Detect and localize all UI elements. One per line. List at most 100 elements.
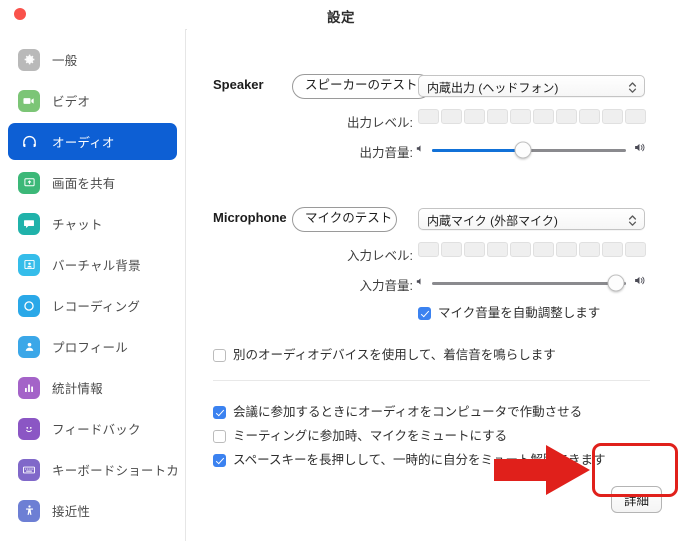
microphone-low-icon (415, 274, 426, 292)
option-join-audio-by-computer-checkbox[interactable] (213, 406, 226, 419)
option-separate-ringtone-device-row[interactable]: 別のオーディオデバイスを使用して、着信音を鳴らします (213, 348, 556, 362)
meter-segment (464, 109, 485, 124)
input-volume-track[interactable] (432, 274, 626, 292)
sidebar-item-label: レコーディング (52, 300, 141, 314)
meter-segment (510, 109, 531, 124)
screen-share-icon (18, 171, 40, 194)
record-circle-icon (18, 294, 40, 317)
option-push-to-talk-label: スペースキーを長押しして、一時的に自分をミュート解除できます (233, 453, 606, 467)
microphone-section-label: Microphone (213, 210, 287, 225)
microphone-section-label-wrap: Microphone (213, 210, 287, 225)
sidebar-item-label: ビデオ (52, 95, 91, 109)
settings-sidebar: 一般 ビデオ オーディオ 画面を共有 チャット バーチャル背景 レコーディング … (0, 29, 186, 541)
auto-adjust-mic-checkbox[interactable] (418, 307, 431, 320)
video-camera-icon (18, 89, 40, 112)
audio-settings-panel: Speaker スピーカーのテスト 内蔵出力 (ヘッドフォン) 出力レベル: 出… (187, 29, 682, 541)
meter-segment (602, 109, 623, 124)
sidebar-item-label: バーチャル背景 (52, 259, 141, 273)
person-icon (18, 335, 40, 358)
sidebar-item-label: チャット (52, 218, 103, 232)
window-title: 設定 (327, 10, 355, 25)
option-separate-ringtone-device-label: 別のオーディオデバイスを使用して、着信音を鳴らします (233, 348, 556, 362)
input-level-meter (418, 242, 646, 257)
option-join-audio-by-computer-row[interactable]: 会議に参加するときにオーディオをコンピュータで作動させる (213, 405, 582, 419)
meter-segment (418, 242, 439, 257)
input-volume-knob[interactable] (607, 274, 625, 292)
input-volume-label: 入力音量: (359, 279, 413, 293)
speaker-section-label: Speaker (213, 77, 264, 92)
meter-segment (441, 242, 462, 257)
section-divider (213, 380, 650, 381)
sidebar-item-virtual-background[interactable]: バーチャル背景 (8, 246, 177, 283)
option-mute-on-join-checkbox[interactable] (213, 430, 226, 443)
output-volume-label: 出力音量: (359, 146, 413, 160)
chat-bubble-icon (18, 212, 40, 235)
speaker-section-label-wrap: Speaker (213, 77, 264, 92)
speaker-low-icon (415, 141, 426, 159)
microphone-device-value: 内蔵マイク (外部マイク) (427, 214, 558, 228)
output-level-meter (418, 109, 646, 124)
meter-segment (556, 109, 577, 124)
sidebar-item-label: オーディオ (52, 136, 115, 150)
meter-segment (441, 109, 462, 124)
advanced-settings-button[interactable]: 詳細 (611, 486, 663, 513)
sidebar-item-label: 統計情報 (52, 382, 103, 396)
bar-chart-icon (18, 376, 40, 399)
sidebar-item-statistics[interactable]: 統計情報 (8, 369, 177, 406)
speaker-high-icon (633, 141, 647, 159)
meter-segment (510, 242, 531, 257)
chevron-updown-icon (628, 80, 637, 100)
sidebar-item-label: フィードバック (52, 423, 141, 437)
meter-segment (625, 109, 646, 124)
gear-icon (18, 48, 40, 71)
sidebar-item-label: 接近性 (52, 505, 91, 519)
microphone-high-icon (633, 274, 647, 292)
output-volume-track[interactable] (432, 141, 626, 159)
option-push-to-talk-checkbox[interactable] (213, 454, 226, 467)
meter-segment (487, 242, 508, 257)
auto-adjust-mic-label: マイク音量を自動調整します (438, 306, 601, 320)
output-volume-knob[interactable] (514, 141, 532, 159)
output-volume-fill (432, 148, 524, 152)
sidebar-item-label: 一般 (52, 54, 78, 68)
keyboard-icon (18, 458, 40, 481)
input-level-label: 入力レベル: (347, 249, 413, 263)
sidebar-item-label: 画面を共有 (52, 177, 116, 191)
smiley-face-icon (18, 417, 40, 440)
sidebar-item-label: プロフィール (52, 341, 128, 355)
accessibility-icon (18, 499, 40, 522)
sidebar-item-profile[interactable]: プロフィール (8, 328, 177, 365)
microphone-device-select[interactable]: 内蔵マイク (外部マイク) (418, 208, 645, 230)
sidebar-item-audio[interactable]: オーディオ (8, 123, 177, 160)
sidebar-item-video[interactable]: ビデオ (8, 82, 177, 119)
option-push-to-talk-row[interactable]: スペースキーを長押しして、一時的に自分をミュート解除できます (213, 453, 606, 467)
auto-adjust-mic-checkbox-row[interactable]: マイク音量を自動調整します (418, 306, 600, 320)
option-separate-ringtone-device-checkbox[interactable] (213, 349, 226, 362)
sidebar-item-screen-share[interactable]: 画面を共有 (8, 164, 177, 201)
sidebar-item-label: キーボードショートカ… (52, 464, 177, 478)
sidebar-item-recording[interactable]: レコーディング (8, 287, 177, 324)
option-mute-on-join-row[interactable]: ミーティングに参加時、マイクをミュートにする (213, 429, 507, 443)
meter-segment (533, 242, 554, 257)
sidebar-item-general[interactable]: 一般 (8, 41, 177, 78)
headphones-icon (18, 131, 40, 153)
meter-segment (418, 109, 439, 124)
sidebar-item-accessibility[interactable]: 接近性 (8, 492, 177, 529)
option-mute-on-join-label: ミーティングに参加時、マイクをミュートにする (233, 429, 508, 443)
speaker-device-value: 内蔵出力 (ヘッドフォン) (427, 81, 559, 95)
meter-segment (625, 242, 646, 257)
test-microphone-button[interactable]: マイクのテスト (292, 207, 397, 232)
sidebar-item-keyboard-shortcuts[interactable]: キーボードショートカ… (8, 451, 177, 488)
virtual-background-icon (18, 253, 40, 276)
meter-segment (533, 109, 554, 124)
meter-segment (602, 242, 623, 257)
test-speaker-button[interactable]: スピーカーのテスト (292, 74, 431, 99)
meter-segment (579, 242, 600, 257)
sidebar-item-chat[interactable]: チャット (8, 205, 177, 242)
input-volume-slider[interactable] (415, 274, 647, 292)
window-titlebar: 設定 (0, 0, 682, 30)
sidebar-item-feedback[interactable]: フィードバック (8, 410, 177, 447)
output-volume-slider[interactable] (415, 141, 647, 159)
chevron-updown-icon (628, 213, 637, 233)
speaker-device-select[interactable]: 内蔵出力 (ヘッドフォン) (418, 75, 645, 97)
